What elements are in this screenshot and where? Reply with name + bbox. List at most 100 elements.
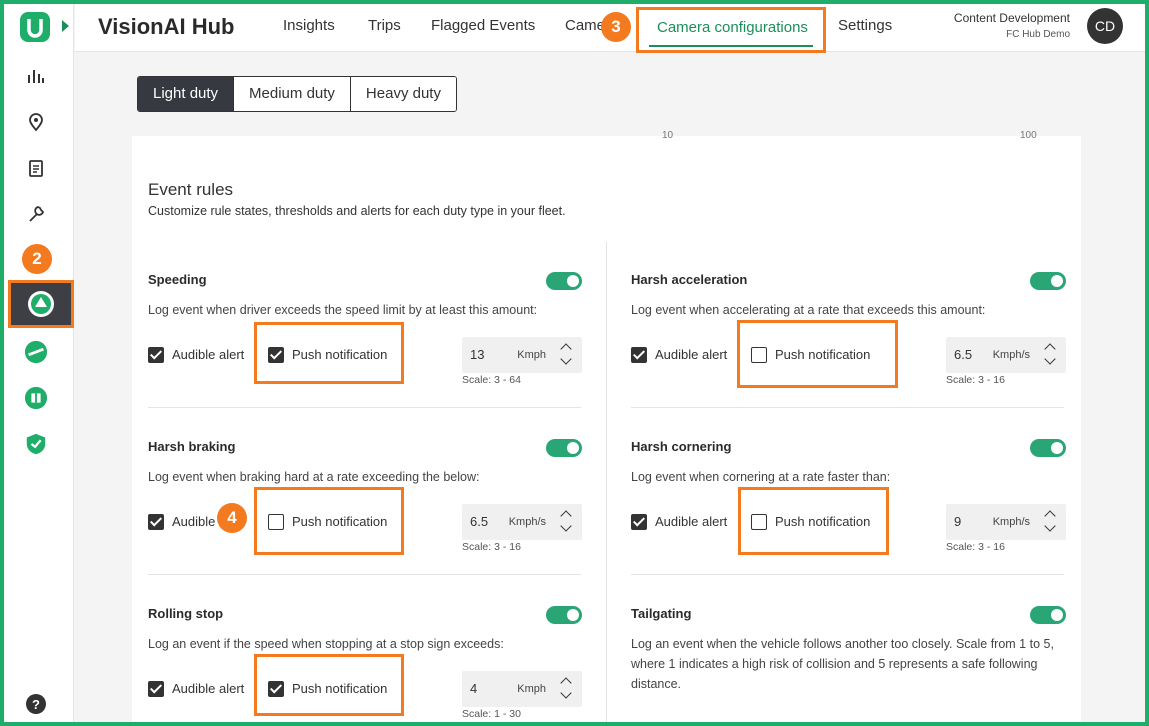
rule-title-harsh-braking: Harsh braking	[148, 439, 236, 454]
location-pin-icon[interactable]	[24, 110, 48, 134]
scale-harsh-braking: Scale: 3 - 16	[462, 541, 521, 553]
threshold-speeding[interactable]: 13 Kmph	[462, 337, 582, 373]
chevron-down-icon[interactable]	[560, 520, 572, 532]
camera-module-button[interactable]	[8, 280, 74, 328]
label-push-harsh-cornering: Push notification	[775, 514, 871, 529]
nav-settings[interactable]: Settings	[838, 17, 892, 34]
rule-title-rolling-stop: Rolling stop	[148, 606, 224, 621]
chevron-down-icon[interactable]	[560, 687, 572, 699]
avatar[interactable]: CD	[1087, 8, 1123, 44]
nav-camera-configurations-label: Camera configurations	[657, 19, 808, 36]
label-audible-rolling-stop: Audible alert	[172, 681, 245, 696]
slider-tick-left: 10	[662, 130, 674, 141]
event-rules-panel: 10 100 Event rules Customize rule states…	[132, 130, 1081, 722]
checkbox-audible-speeding[interactable]	[148, 347, 164, 363]
threshold-unit: Kmph/s	[992, 516, 1030, 528]
rule-desc-speeding: Log event when driver exceeds the speed …	[148, 303, 538, 317]
top-header: VisionAI Hub Insights Trips Flagged Even…	[75, 4, 1145, 53]
user-org: FC Hub Demo	[1006, 29, 1070, 40]
slider-tick-right: 100	[1020, 130, 1037, 141]
label-push-harsh-braking: Push notification	[292, 514, 388, 529]
label-audible-harsh-cornering: Audible alert	[655, 514, 728, 529]
label-push-speeding: Push notification	[292, 347, 388, 362]
checkbox-push-harsh-braking[interactable]	[268, 514, 284, 530]
label-push-rolling-stop: Push notification	[292, 681, 388, 696]
toggle-harsh-cornering[interactable]	[1030, 439, 1066, 457]
help-icon[interactable]: ?	[26, 694, 46, 714]
chevron-down-icon[interactable]	[560, 353, 572, 365]
column-divider	[606, 242, 607, 722]
active-tab-underline	[649, 45, 813, 47]
label-push-harsh-acceleration: Push notification	[775, 347, 871, 362]
chevron-down-icon[interactable]	[1044, 520, 1056, 532]
scale-harsh-acceleration: Scale: 3 - 16	[946, 374, 1005, 386]
threshold-unit: Kmph/s	[508, 516, 546, 528]
report-document-icon[interactable]	[24, 156, 48, 180]
checkbox-audible-rolling-stop[interactable]	[148, 681, 164, 697]
event-rules-title: Event rules	[148, 180, 234, 199]
threshold-value: 4	[470, 681, 478, 696]
tab-light-duty[interactable]: Light duty	[138, 77, 234, 111]
row-divider	[631, 407, 1064, 408]
rule-desc-tailgating: Log an event when the vehicle follows an…	[631, 637, 1054, 691]
rule-title-harsh-acceleration: Harsh acceleration	[631, 272, 748, 287]
nav-trips[interactable]: Trips	[368, 17, 401, 34]
checkbox-push-speeding[interactable]	[268, 347, 284, 363]
step-badge-3: 3	[601, 12, 631, 42]
tab-medium-duty[interactable]: Medium duty	[233, 77, 350, 111]
road-icon[interactable]	[24, 340, 48, 364]
threshold-unit: Kmph	[517, 349, 546, 361]
wrench-icon[interactable]	[24, 202, 48, 226]
app-logo-icon[interactable]	[18, 10, 52, 44]
threshold-value: 9	[954, 514, 962, 529]
threshold-harsh-acceleration[interactable]: 6.5 Kmph/s	[946, 337, 1066, 373]
row-divider	[148, 574, 581, 575]
row-divider	[631, 574, 1064, 575]
nav-insights[interactable]: Insights	[283, 17, 335, 34]
insights-chart-icon[interactable]	[24, 64, 48, 88]
checkbox-audible-harsh-braking[interactable]	[148, 514, 164, 530]
scale-speeding: Scale: 3 - 64	[462, 374, 521, 386]
toggle-speeding[interactable]	[546, 272, 582, 290]
rule-desc-harsh-cornering: Log event when cornering at a rate faste…	[631, 470, 891, 484]
app-frame: 2 ? VisionAI Hub Insights Trips Flagged …	[4, 4, 1145, 722]
threshold-unit: Kmph/s	[992, 349, 1030, 361]
expand-sidebar-icon[interactable]	[62, 20, 69, 32]
toggle-harsh-braking[interactable]	[546, 439, 582, 457]
rule-desc-harsh-braking: Log event when braking hard at a rate ex…	[148, 470, 480, 484]
checkbox-push-harsh-acceleration[interactable]	[751, 347, 767, 363]
nav-camera-configurations[interactable]: Camera configurations	[636, 7, 826, 53]
threshold-value: 6.5	[954, 347, 973, 362]
toggle-tailgating[interactable]	[1030, 606, 1066, 624]
toggle-harsh-acceleration[interactable]	[1030, 272, 1066, 290]
rule-title-speeding: Speeding	[148, 272, 207, 287]
chevron-down-icon[interactable]	[1044, 353, 1056, 365]
tab-heavy-duty[interactable]: Heavy duty	[349, 77, 456, 111]
rule-desc-rolling-stop: Log an event if the speed when stopping …	[148, 637, 504, 651]
label-audible-harsh-braking: Audible	[172, 514, 216, 529]
checkbox-audible-harsh-cornering[interactable]	[631, 514, 647, 530]
checkbox-push-rolling-stop[interactable]	[268, 681, 284, 697]
app-title: VisionAI Hub	[98, 14, 235, 39]
duty-type-tabs: Light duty Medium duty Heavy duty	[137, 76, 457, 112]
nav-cameras[interactable]: Came	[565, 17, 605, 34]
threshold-value: 13	[470, 347, 485, 362]
threshold-unit: Kmph	[517, 683, 546, 695]
event-rules-description: Customize rule states, thresholds and al…	[148, 204, 566, 218]
threshold-harsh-braking[interactable]: 6.5 Kmph/s	[462, 504, 582, 540]
scale-rolling-stop: Scale: 1 - 30	[462, 708, 521, 720]
scale-harsh-cornering: Scale: 3 - 16	[946, 541, 1005, 553]
step-badge-4: 4	[217, 503, 247, 533]
checkbox-push-harsh-cornering[interactable]	[751, 514, 767, 530]
label-audible-harsh-acceleration: Audible alert	[655, 347, 728, 362]
rule-desc-harsh-acceleration: Log event when accelerating at a rate th…	[631, 303, 986, 317]
shield-check-icon[interactable]	[24, 432, 48, 456]
package-icon[interactable]	[24, 386, 48, 410]
nav-flagged-events[interactable]: Flagged Events	[431, 17, 535, 34]
toggle-rolling-stop[interactable]	[546, 606, 582, 624]
threshold-rolling-stop[interactable]: 4 Kmph	[462, 671, 582, 707]
checkbox-audible-harsh-acceleration[interactable]	[631, 347, 647, 363]
threshold-harsh-cornering[interactable]: 9 Kmph/s	[946, 504, 1066, 540]
rule-title-harsh-cornering: Harsh cornering	[631, 439, 732, 454]
user-name: Content Development	[953, 11, 1070, 25]
